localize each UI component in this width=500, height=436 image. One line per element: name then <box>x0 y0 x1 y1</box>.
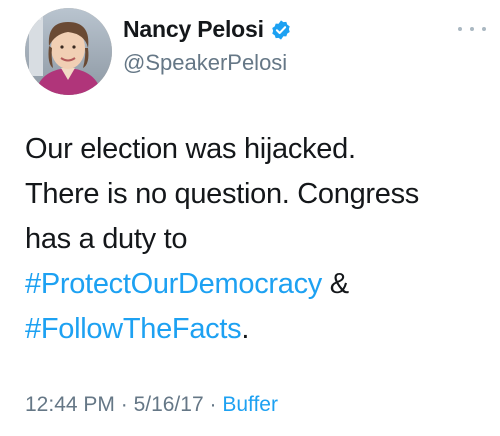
tweet-card: Nancy Pelosi @SpeakerPelosi Our election… <box>0 0 500 436</box>
tweet-line-4: #ProtectOurDemocracy & <box>25 262 485 307</box>
hashtag-follow-the-facts[interactable]: #FollowTheFacts <box>25 313 242 345</box>
tweet-source-link[interactable]: Buffer <box>222 393 278 416</box>
ampersand-text: & <box>322 268 349 300</box>
tweet-line-5: #FollowTheFacts. <box>25 307 485 352</box>
tweet-line-3: has a duty to <box>25 223 188 255</box>
tweet-line-2: There is no question. Congress <box>25 178 419 210</box>
tweet-time[interactable]: 12:44 PM <box>25 393 115 416</box>
portrait-avatar-icon <box>25 8 112 95</box>
display-name[interactable]: Nancy Pelosi <box>123 16 264 43</box>
tweet-metadata: 12:44 PM · 5/16/17 · Buffer <box>25 393 278 417</box>
tweet-date[interactable]: 5/16/17 <box>134 393 204 416</box>
user-handle[interactable]: @SpeakerPelosi <box>123 50 287 76</box>
avatar[interactable] <box>25 8 112 95</box>
period-text: . <box>241 313 250 345</box>
verified-badge-icon <box>270 19 292 41</box>
name-row: Nancy Pelosi <box>123 16 292 43</box>
meta-separator: · <box>114 393 134 416</box>
tweet-line-1: Our election was hijacked. <box>25 133 356 165</box>
hashtag-protect-our-democracy[interactable]: #ProtectOurDemocracy <box>25 268 322 300</box>
tweet-text: Our election was hijacked. There is no q… <box>25 127 485 352</box>
meta-separator: · <box>203 393 223 416</box>
more-options-icon[interactable] <box>458 22 486 36</box>
